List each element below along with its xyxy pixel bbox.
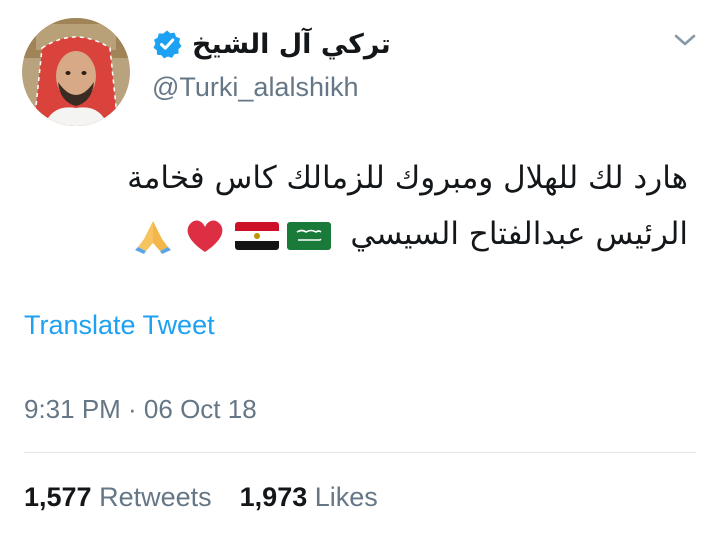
tweet-stats: 1,577 Retweets 1,973 Likes: [24, 482, 378, 513]
verified-badge-icon: [152, 29, 182, 59]
red-heart-icon: [182, 217, 228, 255]
saudi-flag-icon: [286, 217, 332, 255]
tweet-card: تركي آل الشيخ @Turki_alalshikh هارد لك ل…: [0, 0, 720, 540]
likes-label: Likes: [314, 482, 378, 512]
tweet-timestamp[interactable]: 9:31 PM · 06 Oct 18: [24, 394, 257, 425]
translate-tweet-link[interactable]: Translate Tweet: [24, 310, 215, 341]
tweet-text-line-2-words: الرئيس عبدالفتاح السيسي: [350, 216, 688, 252]
divider: [24, 452, 696, 453]
retweets-count: 1,577: [24, 482, 92, 512]
author-handle[interactable]: @Turki_alalshikh: [152, 72, 358, 103]
tweet-text-line-2: الرئيس عبدالفتاح السيسي: [28, 206, 688, 262]
likes-count: 1,973: [239, 482, 308, 512]
tweet-text: هارد لك للهلال ومبروك للزمالك كاس فخامة …: [28, 150, 688, 262]
author-display-name[interactable]: تركي آل الشيخ: [192, 29, 391, 60]
retweets-label: Retweets: [99, 482, 212, 512]
likes-stat[interactable]: 1,973 Likes: [240, 482, 378, 513]
avatar[interactable]: [22, 18, 130, 126]
emoji-row: [130, 217, 332, 255]
folded-hands-emoji-icon: [130, 217, 176, 255]
egypt-flag-icon: [234, 217, 280, 255]
chevron-down-icon[interactable]: [672, 30, 698, 50]
author-name-row: تركي آل الشيخ: [152, 26, 391, 62]
tweet-text-line-1: هارد لك للهلال ومبروك للزمالك كاس فخامة: [127, 160, 688, 196]
retweets-stat[interactable]: 1,577 Retweets: [24, 482, 212, 513]
